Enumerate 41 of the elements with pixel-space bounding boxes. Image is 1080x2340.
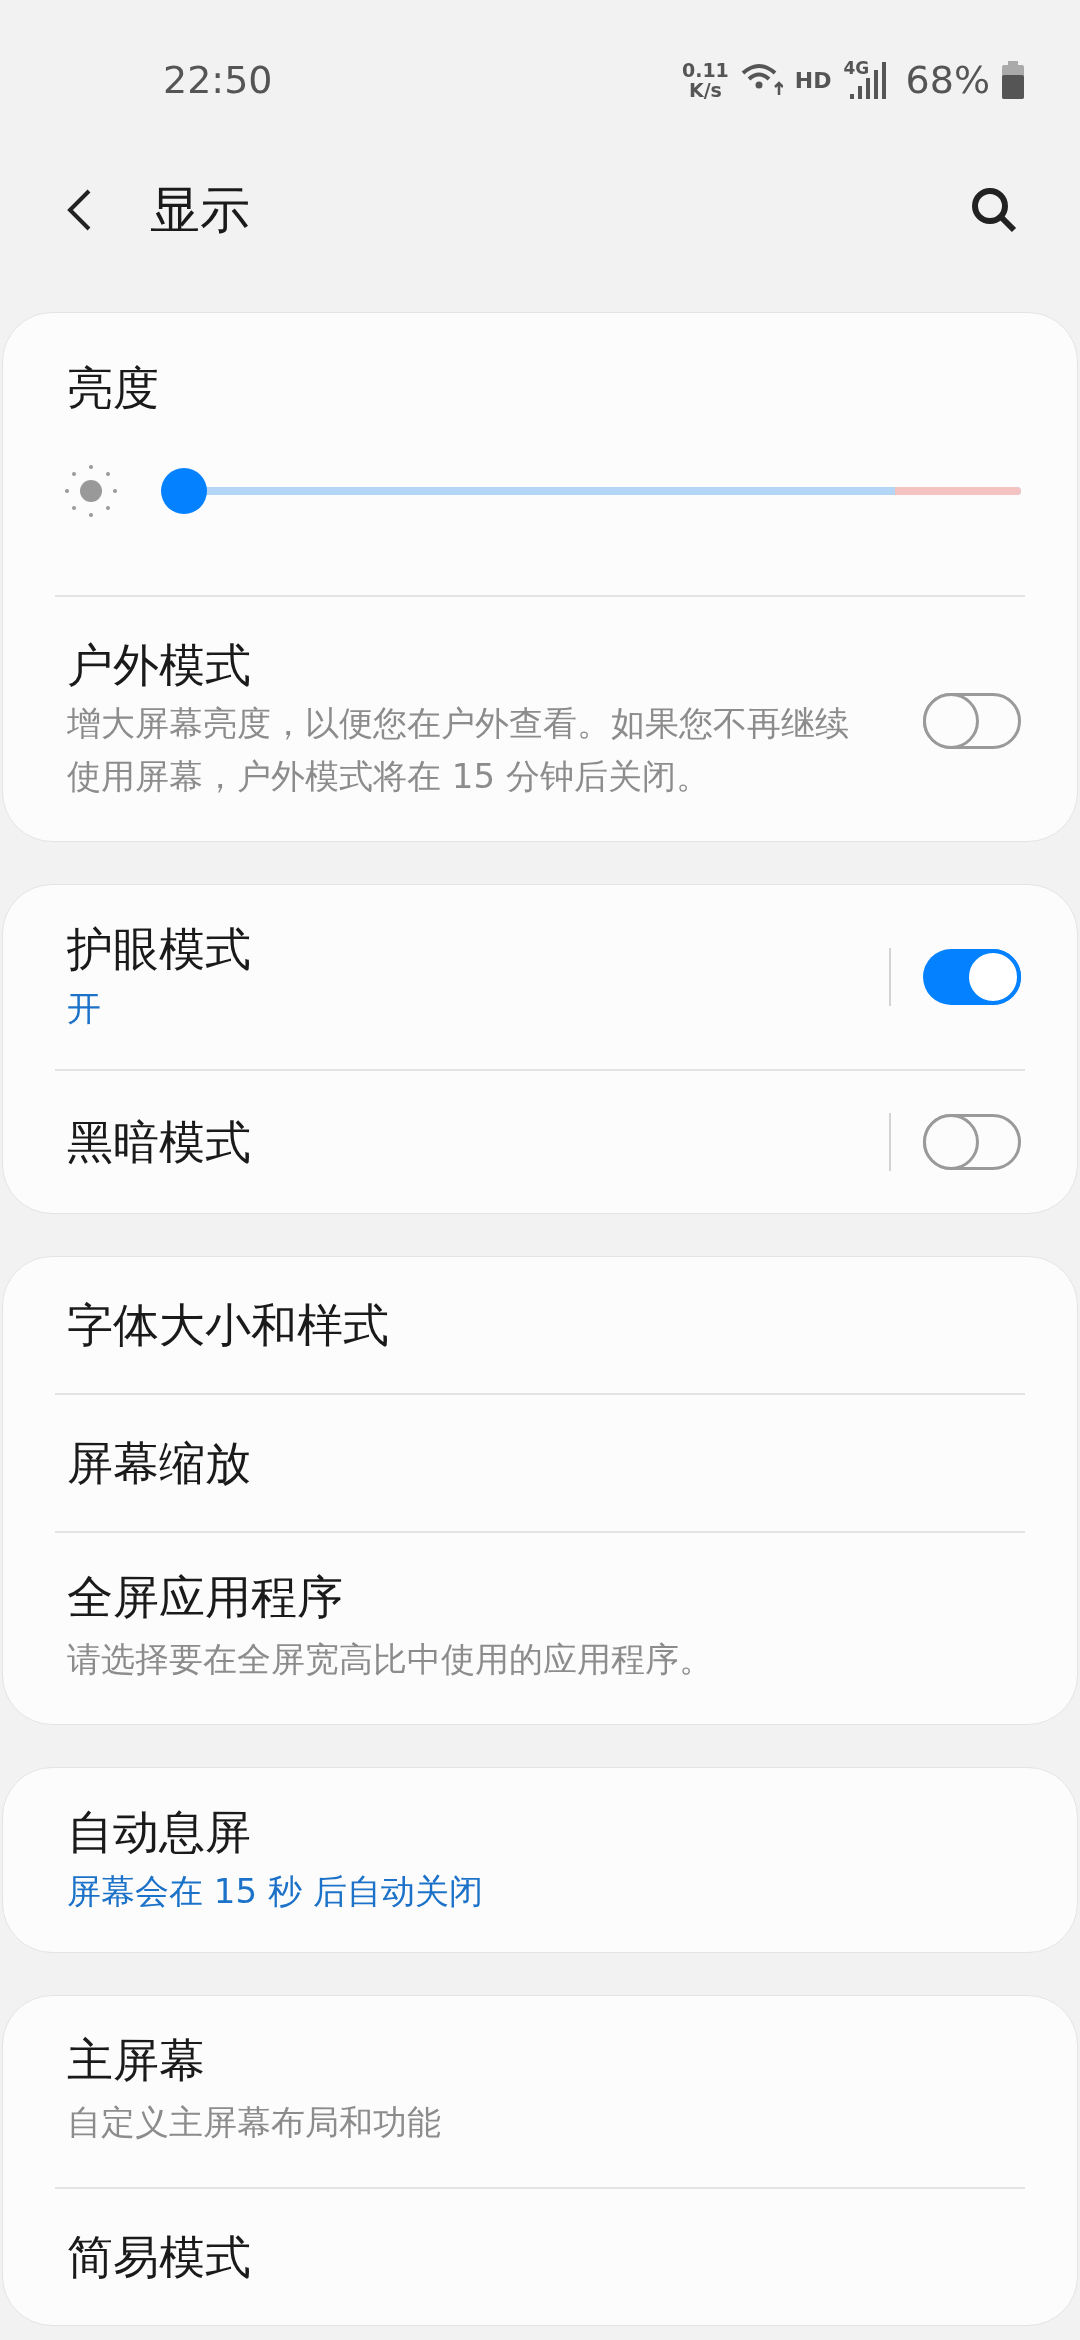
setting-title: 全屏应用程序 [67, 1571, 344, 1623]
status-time: 22:50 [163, 56, 273, 104]
setting-title: 亮度 [67, 363, 160, 413]
net-speed: 0.11 [681, 60, 729, 80]
setting-description: 请选择要在全屏宽高比中使用的应用程序。 [67, 1638, 714, 1681]
net-unit: K/s [688, 80, 722, 100]
setting-row[interactable]: 户外模式 增大屏幕亮度，以便您在户外查看。如果您不再继续使用屏幕，户外模式将在 15 分钟后关闭。 [3, 597, 1077, 841]
page-title: 显示 [150, 179, 250, 241]
setting-status: 屏幕会在 15 秒 后自动关闭 [67, 1870, 484, 1913]
setting-row[interactable]: 简易模式 [3, 2189, 1077, 2325]
toggle-switch[interactable] [923, 1114, 1021, 1170]
battery-percent: 68% [905, 56, 990, 104]
setting-title: 简易模式 [67, 2231, 252, 2283]
setting-row[interactable]: 黑暗模式 [3, 1071, 1077, 1213]
setting-title: 字体大小和样式 [67, 1299, 390, 1351]
setting-title: 主屏幕 [67, 2034, 206, 2086]
hd-label: HD [794, 66, 832, 95]
setting-row[interactable]: 字体大小和样式 [3, 1257, 1077, 1393]
setting-description: 增大屏幕亮度，以便您在户外查看。如果您不再继续使用屏幕，户外模式将在 15 分钟后关闭。 [67, 702, 850, 798]
battery-icon [1002, 61, 1024, 99]
toggle-switch[interactable] [923, 949, 1021, 1005]
setting-row[interactable]: 主屏幕 自定义主屏幕布局和功能 [3, 1996, 1077, 2187]
setting-title: 户外模式 [67, 639, 252, 691]
search-icon [970, 186, 1018, 234]
setting-description: 自定义主屏幕布局和功能 [67, 2101, 442, 2144]
search-button[interactable] [970, 186, 1018, 234]
wifi-icon [740, 63, 783, 97]
back-icon [66, 188, 92, 232]
brightness-slider[interactable] [161, 468, 1021, 514]
network-type: 4G [843, 60, 870, 77]
setting-row[interactable]: 全屏应用程序 请选择要在全屏宽高比中使用的应用程序。 [3, 1533, 1077, 1724]
setting-row[interactable]: 屏幕缩放 [3, 1395, 1077, 1531]
setting-title: 护眼模式 [67, 923, 252, 975]
setting-title: 屏幕缩放 [67, 1437, 252, 1489]
setting-status: 开 [67, 987, 102, 1030]
slider-thumb[interactable] [161, 468, 207, 514]
setting-row[interactable]: 自动息屏 屏幕会在 15 秒 后自动关闭 [3, 1768, 1077, 1952]
toggle-switch[interactable] [923, 693, 1021, 749]
setting-title: 黑暗模式 [67, 1116, 252, 1168]
setting-title: 自动息屏 [67, 1806, 252, 1858]
setting-row[interactable]: 护眼模式 开 [3, 885, 1077, 1069]
